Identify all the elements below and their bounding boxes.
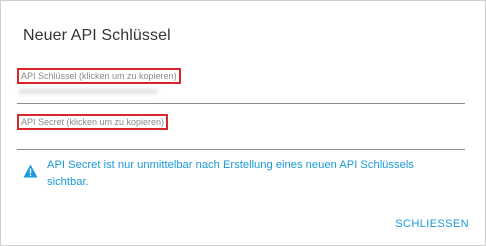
api-secret-label: API Secret (klicken um zu kopieren) (17, 114, 169, 130)
api-key-value[interactable]: •••••••••••••••••••••••••••••••••••• (19, 86, 239, 98)
warning-icon (23, 164, 38, 178)
api-key-label: API Schlüssel (klicken um zu kopieren) (17, 68, 181, 84)
api-key-dialog: Neuer API Schlüssel API Schlüssel (klick… (0, 0, 486, 246)
api-secret-field[interactable]: API Secret (klicken um zu kopieren) (17, 114, 465, 150)
api-key-field[interactable]: API Schlüssel (klicken um zu kopieren) •… (17, 68, 465, 104)
api-secret-underline (17, 149, 465, 150)
secret-visibility-notice: API Secret ist nur unmittelbar nach Erst… (23, 157, 453, 191)
api-key-underline (17, 103, 465, 104)
dialog-title: Neuer API Schlüssel (23, 27, 171, 44)
notice-text: API Secret ist nur unmittelbar nach Erst… (47, 159, 414, 188)
close-button[interactable]: SCHLIESSEN (395, 218, 469, 230)
